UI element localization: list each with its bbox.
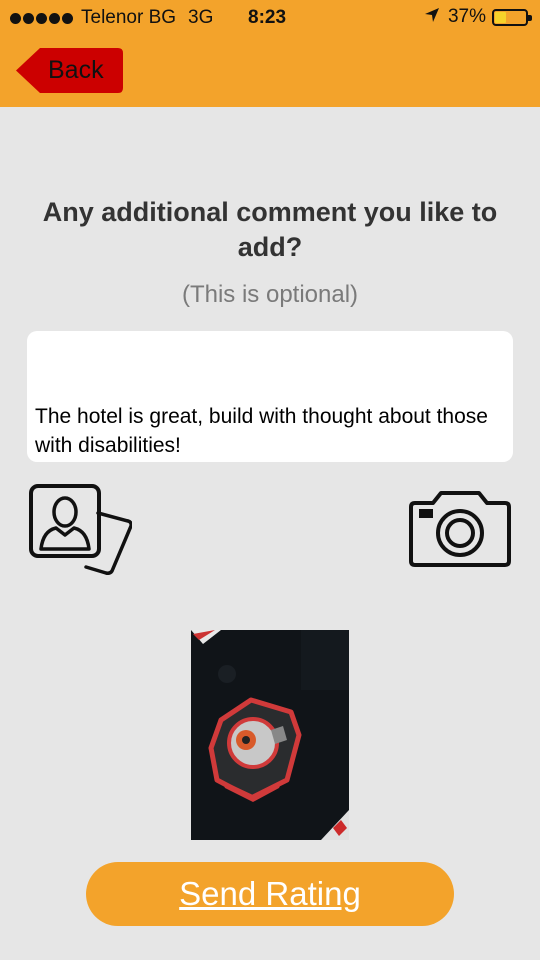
- status-bar: Telenor BG 3G 8:23 37%: [0, 0, 540, 36]
- send-rating-label: Send Rating: [179, 875, 361, 912]
- photo-gallery-icon: [29, 484, 133, 575]
- status-right: 37%: [424, 6, 532, 28]
- clock: 8:23: [248, 7, 287, 28]
- carrier-name: Telenor BG: [81, 7, 177, 28]
- photo-gallery-button[interactable]: [28, 483, 133, 575]
- header-bar: Telenor BG 3G 8:23 37% Back: [0, 0, 540, 107]
- comment-textarea[interactable]: The hotel is great, build with thought a…: [27, 331, 513, 462]
- back-button-label: Back: [48, 56, 104, 84]
- network-type: 3G: [188, 7, 214, 28]
- location-arrow-icon: [424, 7, 440, 28]
- page-title: Any additional comment you like to add?: [42, 197, 498, 262]
- send-rating-button[interactable]: Send Rating: [86, 862, 454, 926]
- bb8-sticker-photo: [191, 630, 349, 840]
- battery-level: [495, 11, 506, 23]
- battery-percent: 37%: [447, 6, 486, 27]
- camera-icon: [409, 491, 511, 567]
- comment-text: The hotel is great, build with thought a…: [35, 405, 488, 457]
- optional-note: (This is optional): [181, 281, 359, 308]
- camera-button[interactable]: [407, 489, 513, 569]
- status-left: Telenor BG 3G: [10, 7, 213, 29]
- battery-icon: [492, 8, 532, 26]
- app-screen: Telenor BG 3G 8:23 37% Back Any addition…: [0, 0, 540, 960]
- signal-strength-icon: [10, 12, 73, 24]
- back-button[interactable]: Back: [12, 46, 124, 95]
- attached-photo-thumbnail[interactable]: [191, 630, 349, 840]
